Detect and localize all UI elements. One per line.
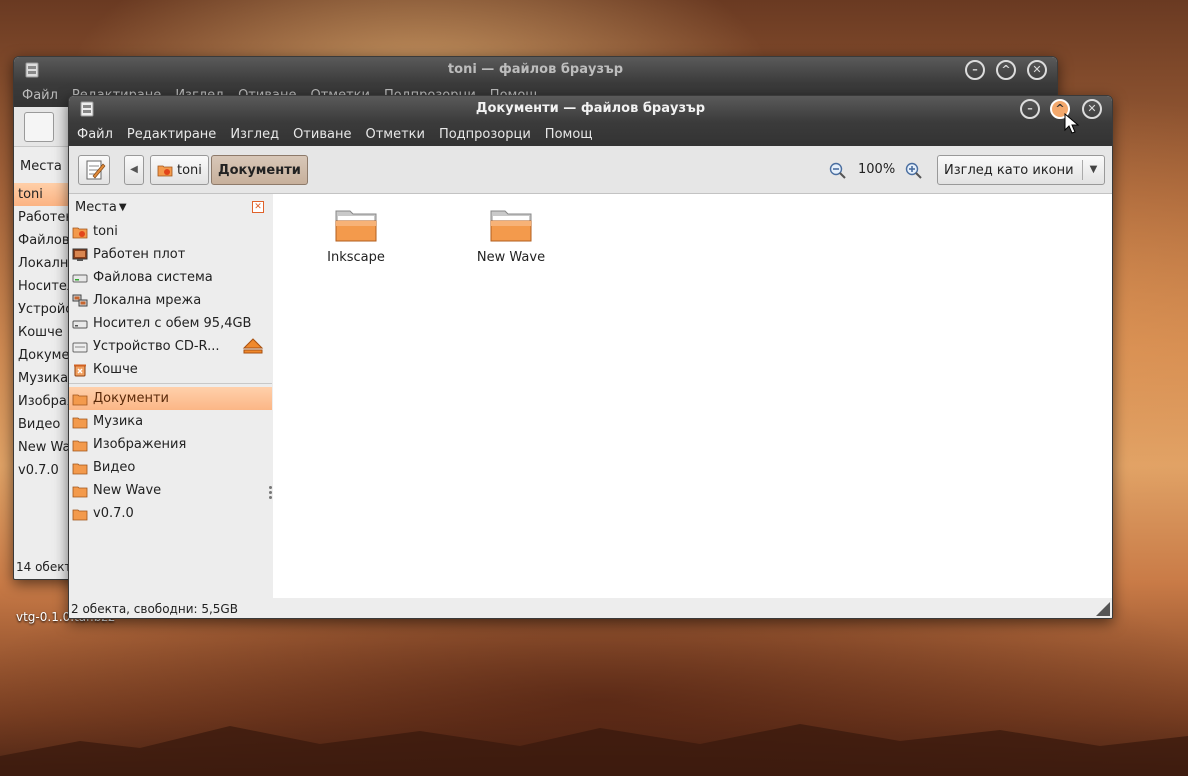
filesystem-icon	[72, 274, 88, 282]
home-folder-icon	[72, 227, 88, 238]
edit-note-icon	[86, 160, 106, 180]
menu-file[interactable]: Файл	[77, 127, 113, 142]
menu-panes[interactable]: Подпрозорци	[439, 127, 531, 142]
menu-file[interactable]: Файл	[22, 88, 58, 103]
folder-icon	[72, 394, 88, 405]
sidebar-divider	[69, 383, 272, 385]
back-place-item[interactable]: Документи	[14, 344, 74, 367]
folder-icon	[335, 210, 377, 242]
breadcrumb-toni[interactable]: toni	[150, 155, 209, 185]
titlebar[interactable]: Документи — файлов браузър – ^ ✕	[69, 96, 1112, 122]
cdrom-icon	[72, 342, 88, 352]
close-sidebar-button[interactable]: ✕	[252, 201, 264, 213]
mountain-silhouette	[0, 724, 1188, 776]
menu-view[interactable]: Изглед	[230, 127, 279, 142]
resize-grip-icon[interactable]	[1096, 602, 1110, 616]
sidebar-item-v070[interactable]: v0.7.0	[69, 502, 272, 525]
minimize-icon: –	[1027, 102, 1033, 115]
back-places-list: toni Работен плот Файлова система Локалн…	[14, 183, 74, 482]
desktop-icon	[72, 248, 88, 261]
file-view[interactable]: Inkscape New Wave	[273, 194, 1112, 598]
close-button[interactable]: ✕	[1027, 60, 1047, 80]
network-icon	[72, 294, 88, 306]
zoom-level[interactable]: 100%	[858, 162, 895, 177]
trash-icon	[74, 364, 86, 376]
folder-item-inkscape[interactable]: Inkscape	[301, 206, 411, 265]
minimize-button[interactable]: –	[965, 60, 985, 80]
menu-bookmarks[interactable]: Отметки	[365, 127, 424, 142]
edit-location-button[interactable]	[24, 112, 54, 142]
location-toolbar: ◀ toni Документи 100% Изглед като икони …	[69, 146, 1112, 194]
breadcrumb-documents[interactable]: Документи	[211, 155, 308, 185]
sidebar-item-music[interactable]: Музика	[69, 410, 272, 433]
zoom-out-icon[interactable]	[829, 162, 847, 180]
back-place-item[interactable]: Носител	[14, 275, 74, 298]
folder-icon	[72, 417, 88, 428]
back-place-item[interactable]: Файлова система	[14, 229, 74, 252]
back-place-item[interactable]: Изображения	[14, 390, 74, 413]
menu-go[interactable]: Отиване	[293, 127, 351, 142]
sidebar-item-videos[interactable]: Видео	[69, 456, 272, 479]
chevron-up-icon: ^	[1001, 63, 1011, 76]
minimize-button[interactable]: –	[1020, 99, 1040, 119]
maximize-button[interactable]: ^	[996, 60, 1016, 80]
back-place-item[interactable]: Работен плот	[14, 206, 74, 229]
folder-icon	[72, 509, 88, 520]
triangle-down-icon: ▼	[1082, 160, 1104, 180]
sidebar-item-pictures[interactable]: Изображения	[69, 433, 272, 456]
back-nav-button[interactable]: ◀	[124, 155, 144, 185]
back-place-item[interactable]: v0.7.0	[14, 459, 74, 482]
folder-icon	[72, 486, 88, 497]
menu-edit[interactable]: Редактиране	[127, 127, 216, 142]
folder-item-new-wave[interactable]: New Wave	[456, 206, 566, 265]
close-icon: ✕	[1087, 102, 1097, 115]
menubar: Файл Редактиране Изглед Отиване Отметки …	[69, 122, 1112, 146]
zoom-in-icon[interactable]	[905, 162, 923, 180]
statusbar: 2 обекта, свободни: 5,5GB	[69, 598, 1112, 618]
back-place-item[interactable]: Локална мрежа	[14, 252, 74, 275]
file-browser-window[interactable]: Документи — файлов браузър – ^ ✕ Файл Ре…	[68, 95, 1113, 619]
close-button[interactable]: ✕	[1082, 99, 1102, 119]
back-place-item[interactable]: Устройство	[14, 298, 74, 321]
back-places-header[interactable]: Места	[14, 153, 74, 181]
close-icon: ✕	[1032, 63, 1042, 76]
menu-help[interactable]: Помощ	[545, 127, 593, 142]
view-mode-select[interactable]: Изглед като икони ▼	[937, 155, 1105, 185]
sidebar-header[interactable]: Места ▼ ✕	[69, 194, 272, 220]
folder-icon	[490, 210, 532, 242]
back-place-item[interactable]: toni	[14, 183, 74, 206]
back-place-item[interactable]: Видео	[14, 413, 74, 436]
minimize-icon: –	[972, 63, 978, 76]
triangle-left-icon: ◀	[130, 164, 138, 175]
mouse-cursor-icon	[1064, 113, 1080, 134]
back-window-title: toni — файлов браузър	[447, 62, 624, 77]
sidebar-item-new-wave[interactable]: New Wave	[69, 479, 272, 502]
sidebar-item-cdrom[interactable]: Устройство CD-R...	[69, 335, 272, 358]
sidebar-item-home[interactable]: toni	[69, 220, 272, 243]
sidebar-item-drive[interactable]: Носител с обем 95,4GB	[69, 312, 272, 335]
sidebar-item-network[interactable]: Локална мрежа	[69, 289, 272, 312]
sidebar-item-filesystem[interactable]: Файлова система	[69, 266, 272, 289]
sidebar-item-desktop[interactable]: Работен плот	[69, 243, 272, 266]
sidebar-item-documents[interactable]: Документи	[69, 387, 272, 410]
back-titlebar[interactable]: toni — файлов браузър – ^ ✕	[14, 57, 1057, 83]
folder-icon	[72, 463, 88, 474]
triangle-down-icon: ▼	[118, 201, 127, 213]
folder-icon	[72, 440, 88, 451]
home-folder-icon	[157, 165, 173, 177]
back-place-item[interactable]: Кошче	[14, 321, 74, 344]
edit-location-button[interactable]	[78, 155, 110, 185]
places-sidebar: Места ▼ ✕ toni Работен плот Файлова сист…	[69, 194, 272, 598]
drive-icon	[72, 320, 88, 328]
eject-icon[interactable]	[242, 337, 264, 355]
back-place-item[interactable]: New Wave	[14, 436, 74, 459]
sidebar-item-trash[interactable]: Кошче	[69, 358, 272, 381]
window-title: Документи — файлов браузър	[475, 101, 706, 116]
back-place-item[interactable]: Музика	[14, 367, 74, 390]
